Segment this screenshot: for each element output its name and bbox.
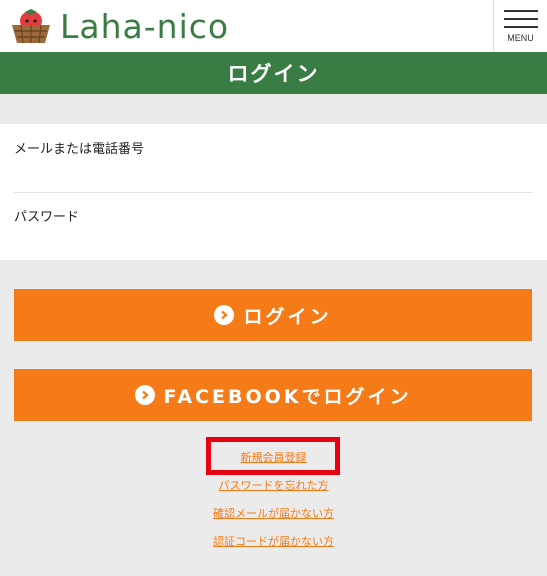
- no-auth-code-link[interactable]: 認証コードが届かない方: [0, 533, 547, 549]
- login-button[interactable]: ログイン: [14, 289, 532, 341]
- site-header: Laha-nico MENU: [0, 0, 547, 52]
- email-field-group: メールまたは電話番号: [14, 138, 533, 181]
- page-title: ログイン: [0, 52, 547, 94]
- password-field-group: パスワード: [14, 206, 533, 249]
- chevron-right-icon: [214, 305, 235, 325]
- facebook-login-button-label: FACEBOOKでログイン: [163, 385, 412, 408]
- no-confirm-mail-link[interactable]: 確認メールが届かない方: [0, 505, 547, 521]
- logo-text: Laha-nico: [60, 6, 230, 46]
- chevron-right-icon: [134, 385, 155, 405]
- hamburger-icon-line: [504, 18, 538, 20]
- forgot-password-link[interactable]: パスワードを忘れた方: [0, 477, 547, 493]
- register-link[interactable]: 新規会員登録: [0, 449, 547, 465]
- password-label: パスワード: [14, 210, 80, 225]
- field-divider: [14, 192, 533, 193]
- site-logo[interactable]: Laha-nico: [10, 4, 229, 48]
- menu-button[interactable]: MENU: [493, 0, 547, 52]
- hamburger-icon-line: [504, 26, 538, 28]
- basket-logo-icon: [12, 9, 50, 44]
- hamburger-icon-line: [504, 10, 538, 12]
- facebook-login-button[interactable]: FACEBOOKでログイン: [14, 369, 532, 421]
- login-form: メールまたは電話番号 パスワード: [0, 124, 547, 260]
- login-button-label: ログイン: [243, 305, 332, 328]
- menu-label: MENU: [507, 33, 534, 43]
- password-input[interactable]: [14, 231, 533, 249]
- email-input[interactable]: [14, 163, 533, 181]
- email-label: メールまたは電話番号: [14, 142, 145, 157]
